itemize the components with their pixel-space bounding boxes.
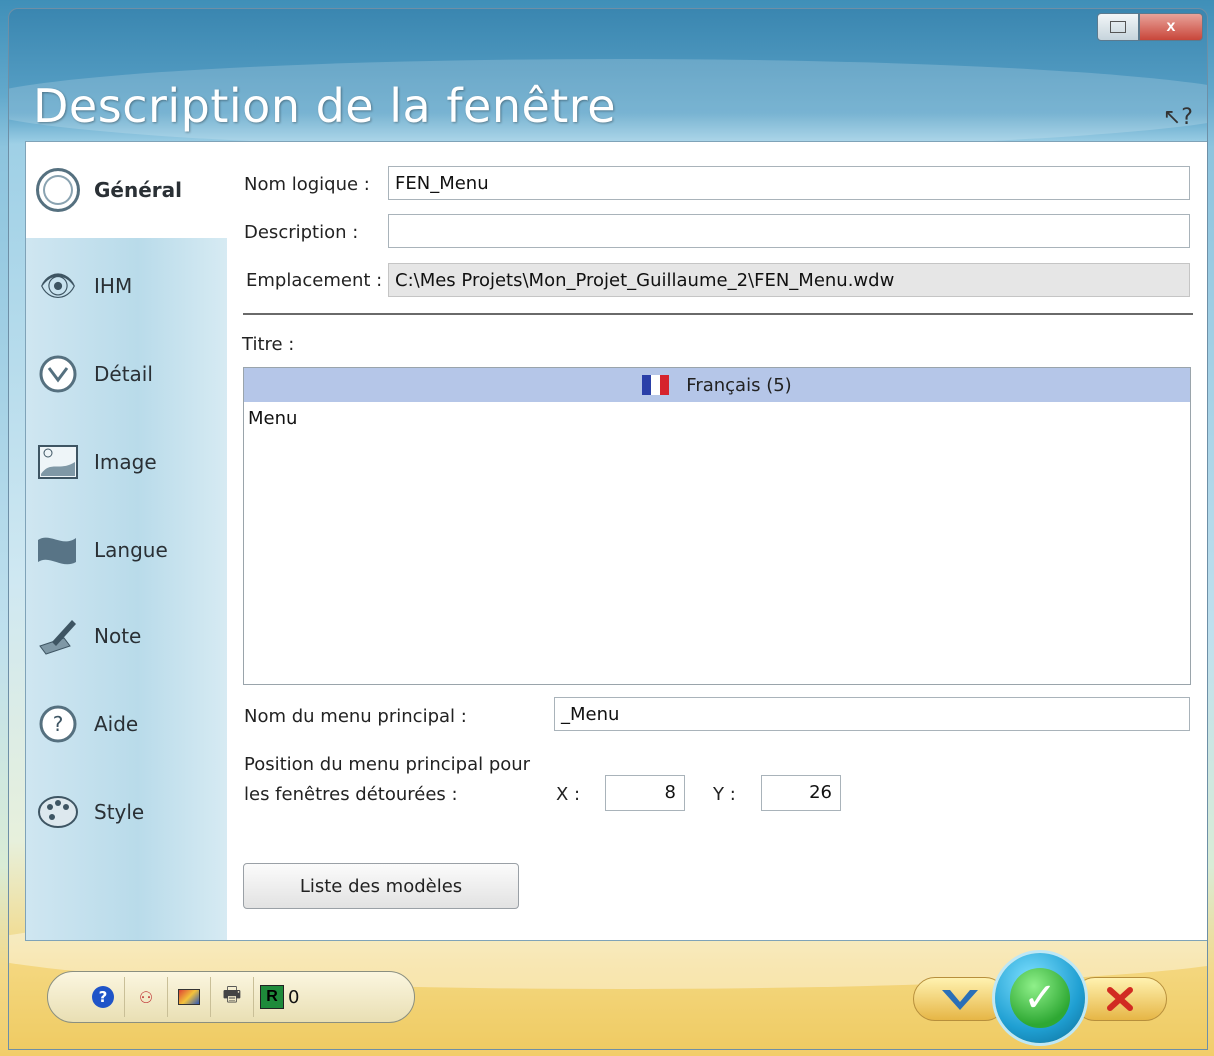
print-button[interactable]: 🖶 <box>211 977 254 1017</box>
y-field[interactable]: 26 <box>761 775 841 811</box>
eye-icon: 👁 <box>38 268 78 304</box>
chevron-down-icon <box>942 990 978 1010</box>
report-counter: 0 <box>288 986 300 1008</box>
sidebar-item-note[interactable]: Note <box>26 606 229 666</box>
sidebar-item-aide[interactable]: ? Aide <box>26 694 229 754</box>
general-icon <box>36 168 80 212</box>
position-label-line1: Position du menu principal pour <box>244 754 531 775</box>
sidebar-item-label: IHM <box>94 274 133 298</box>
help-button[interactable]: ? <box>82 977 125 1017</box>
sidebar-item-label: Image <box>94 450 157 474</box>
detail-icon <box>36 352 80 396</box>
sidebar-item-langue[interactable]: Langue <box>26 520 229 580</box>
network-icon: ⚇ <box>138 987 154 1007</box>
dropdown-button[interactable] <box>913 977 1007 1021</box>
sidebar-item-image[interactable]: Image <box>26 432 229 492</box>
flag-icon <box>36 528 80 572</box>
general-panel: Nom logique : FEN_Menu Description : Emp… <box>227 141 1207 941</box>
restore-icon <box>1110 21 1126 33</box>
x-field[interactable]: 8 <box>605 775 685 811</box>
x-label: X : <box>556 784 581 805</box>
sidebar-item-label: Note <box>94 624 142 648</box>
sidebar-item-label: Langue <box>94 538 168 562</box>
help-icon: ? <box>92 986 114 1008</box>
cancel-button[interactable] <box>1073 977 1167 1021</box>
nom-logique-label: Nom logique : <box>244 174 370 195</box>
sidebar-item-style[interactable]: Style <box>26 782 229 842</box>
position-label-line2: les fenêtres détourées : <box>244 784 458 805</box>
close-icon <box>1107 987 1133 1011</box>
description-label: Description : <box>244 222 359 243</box>
french-flag-icon <box>642 375 670 395</box>
sidebar-item-label: Style <box>94 800 145 824</box>
dialog-window: x Description de la fenêtre ↖? Général 👁… <box>8 8 1208 1050</box>
close-icon: x <box>1166 18 1176 35</box>
sidebar: Général 👁 IHM Détail Image Langue Note ?… <box>25 141 231 941</box>
description-field[interactable] <box>388 214 1190 248</box>
separator <box>243 313 1193 315</box>
bottom-toolbar: ? ⚇ 🖶 R 0 <box>47 971 415 1023</box>
palette-icon <box>36 790 80 834</box>
window-controls: x <box>1097 13 1203 41</box>
titre-text[interactable]: Menu <box>244 402 1190 435</box>
sidebar-item-general[interactable]: Général <box>26 142 231 238</box>
svg-text:?: ? <box>53 712 64 736</box>
titre-label: Titre : <box>242 334 295 355</box>
sidebar-item-detail[interactable]: Détail <box>26 344 229 404</box>
sidebar-item-ihm[interactable]: 👁 IHM <box>26 256 229 316</box>
dialog-title: Description de la fenêtre <box>33 79 617 133</box>
checkmark-icon: ✓ <box>1010 968 1070 1028</box>
sidebar-item-label: Détail <box>94 362 153 386</box>
models-list-button[interactable]: Liste des modèles <box>243 863 519 909</box>
help-cursor-icon[interactable]: ↖? <box>1163 105 1193 130</box>
report-button[interactable]: R 0 <box>254 977 330 1017</box>
y-label: Y : <box>713 784 736 805</box>
menu-principal-field[interactable]: _Menu <box>554 697 1190 731</box>
language-tab[interactable]: Français (5) <box>244 368 1190 402</box>
nom-logique-field[interactable]: FEN_Menu <box>388 166 1190 200</box>
help-icon: ? <box>36 702 80 746</box>
ok-button[interactable]: ✓ <box>995 953 1085 1043</box>
emplacement-label: Emplacement : <box>246 270 383 291</box>
printer-icon: 🖶 <box>222 982 242 1006</box>
image-icon <box>36 440 80 484</box>
restore-button[interactable] <box>1097 13 1139 41</box>
emplacement-field: C:\Mes Projets\Mon_Projet_Guillaume_2\FE… <box>388 263 1190 297</box>
titre-editor[interactable]: Français (5) Menu <box>243 367 1191 685</box>
image-edit-button[interactable] <box>168 977 211 1017</box>
dialog-actions: ✓ <box>913 949 1173 1045</box>
image-edit-icon <box>178 989 200 1005</box>
language-tab-label: Français (5) <box>686 374 792 396</box>
network-button[interactable]: ⚇ <box>125 977 168 1017</box>
report-icon: R <box>260 985 284 1009</box>
sidebar-item-label: Aide <box>94 712 139 736</box>
close-button[interactable]: x <box>1139 13 1203 41</box>
note-icon <box>36 614 80 658</box>
sidebar-item-label: Général <box>94 178 182 202</box>
menu-principal-label: Nom du menu principal : <box>244 706 467 727</box>
